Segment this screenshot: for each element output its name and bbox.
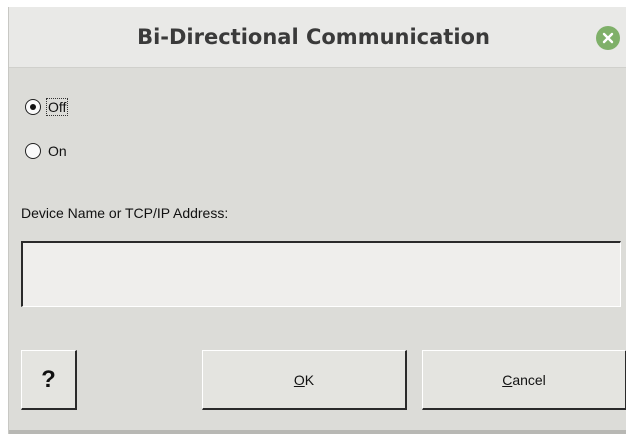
ok-button-label: OK [293,371,315,388]
ok-button[interactable]: OK [202,350,407,410]
cancel-button-label: Cancel [502,371,546,388]
close-button[interactable] [596,26,620,50]
radio-off-label: Off [45,98,69,116]
window-bottom-edge [9,430,626,434]
radio-off-indicator[interactable] [25,99,41,115]
radio-off[interactable]: Off [25,98,69,116]
close-icon [602,32,614,44]
dialog-window: Bi-Directional Communication Off On Devi… [8,7,626,434]
help-button[interactable]: ? [21,350,77,410]
dialog-title: Bi-Directional Communication [137,25,490,49]
radio-on[interactable]: On [25,143,68,159]
device-address-label: Device Name or TCP/IP Address: [21,205,229,221]
radio-on-label: On [48,143,67,159]
help-button-label: ? [41,365,56,393]
device-address-input[interactable] [21,241,621,307]
radio-on-indicator[interactable] [25,143,41,159]
titlebar[interactable]: Bi-Directional Communication [9,7,626,68]
cancel-button[interactable]: Cancel [422,350,626,410]
